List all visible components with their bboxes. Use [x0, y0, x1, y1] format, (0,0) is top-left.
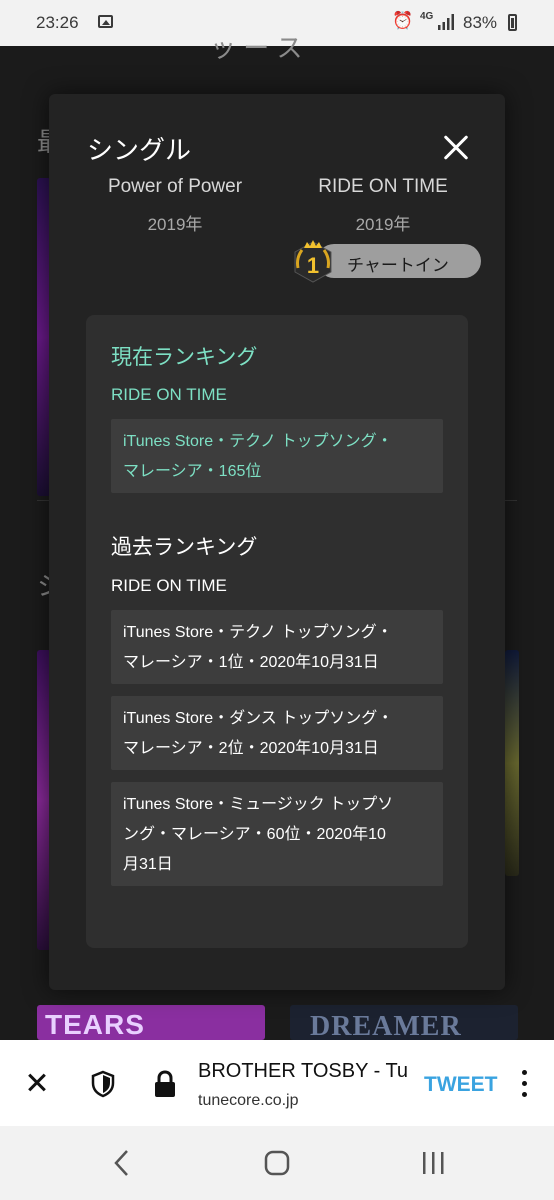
- chart-in-pill: チャートイン: [317, 244, 481, 278]
- alarm-icon: ⏰: [392, 11, 414, 30]
- past-ranking-title: 過去ランキング: [111, 536, 258, 559]
- thumbnail-text: TEARS SQUALL: [45, 1009, 145, 1040]
- crown-medal-icon: 1: [294, 240, 332, 283]
- modal-title: シングル: [87, 135, 192, 165]
- current-ranking-song: RIDE ON TIME: [111, 385, 227, 404]
- close-browser-icon[interactable]: [26, 1072, 48, 1094]
- ranking-item-text: 月31日: [123, 856, 173, 873]
- ranking-panel: 現在ランキング RIDE ON TIME iTunes Store・テクノ トッ…: [86, 315, 468, 948]
- background-thumbnail[interactable]: TEARS SQUALL: [37, 1005, 265, 1040]
- recent-apps-icon[interactable]: [418, 1148, 448, 1178]
- current-ranking-title: 現在ランキング: [111, 346, 258, 369]
- ranking-item-text: マレーシア・2位・2020年10月31日: [123, 740, 379, 757]
- network-type: 4G: [420, 11, 434, 22]
- close-icon[interactable]: [439, 130, 475, 166]
- more-menu-icon[interactable]: [520, 1070, 530, 1098]
- ranking-item-text: ング・マレーシア・60位・2020年10: [123, 826, 386, 843]
- lock-icon: [155, 1070, 175, 1097]
- chart-in-badge[interactable]: チャートイン 1: [289, 240, 481, 283]
- thumbnail-text: DREAMER: [310, 1011, 462, 1040]
- release-title: Power of Power: [107, 176, 243, 197]
- tweet-button[interactable]: TWEET: [424, 1073, 498, 1097]
- release-card[interactable]: Power of Power 2019年: [75, 176, 275, 236]
- release-card[interactable]: RIDE ON TIME 2019年: [283, 176, 483, 236]
- battery-icon: [508, 14, 517, 31]
- ranking-item-text: iTunes Store・テクノ トップソング・: [123, 433, 393, 450]
- ranking-item: iTunes Store・ミュージック トップソ ング・マレーシア・60位・20…: [111, 782, 443, 886]
- gallery-notification-icon: [98, 15, 113, 28]
- home-icon[interactable]: [262, 1148, 292, 1178]
- ranking-item: iTunes Store・テクノ トップソング・ マレーシア・1位・2020年1…: [111, 610, 443, 684]
- medal-rank: 1: [307, 253, 319, 278]
- shield-icon[interactable]: [90, 1070, 116, 1098]
- background-artwork: [505, 650, 519, 876]
- ranking-item-text: iTunes Store・ダンス トップソング・: [123, 710, 394, 727]
- singles-modal: シングル Power of Power 2019年 RIDE ON TIME 2…: [49, 94, 505, 990]
- back-icon[interactable]: [108, 1148, 138, 1178]
- browser-domain: tunecore.co.jp: [198, 1092, 299, 1109]
- release-year: 2019年: [355, 215, 411, 234]
- chart-in-label: チャートイン: [347, 256, 449, 275]
- ranking-item: iTunes Store・ダンス トップソング・ マレーシア・2位・2020年1…: [111, 696, 443, 770]
- signal-icon: [438, 14, 454, 30]
- status-time: 23:26: [36, 13, 79, 32]
- browser-page-title: BROTHER TOSBY - Tu: [198, 1060, 409, 1082]
- ranking-item-text: iTunes Store・ミュージック トップソ: [123, 796, 394, 813]
- screen: 23:26 ⏰ 4G 83% ッ ー ス 最 シ TEARS SQUALL DR…: [0, 0, 554, 1200]
- ranking-item-text: iTunes Store・テクノ トップソング・: [123, 624, 393, 641]
- system-nav-bar: [0, 1126, 554, 1200]
- battery-percent: 83%: [463, 13, 498, 32]
- release-year: 2019年: [147, 215, 203, 234]
- browser-toolbar: BROTHER TOSBY - Tu tunecore.co.jp TWEET: [0, 1040, 554, 1126]
- background-thumbnail[interactable]: DREAMER: [290, 1005, 518, 1040]
- ranking-item-text: マレーシア・165位: [123, 463, 262, 480]
- release-title: RIDE ON TIME: [318, 176, 448, 197]
- background-heading-fragment: ッ ー ス: [210, 33, 303, 63]
- ranking-item-text: マレーシア・1位・2020年10月31日: [123, 654, 379, 671]
- ranking-item: iTunes Store・テクノ トップソング・ マレーシア・165位: [111, 419, 443, 493]
- past-ranking-song: RIDE ON TIME: [111, 576, 227, 595]
